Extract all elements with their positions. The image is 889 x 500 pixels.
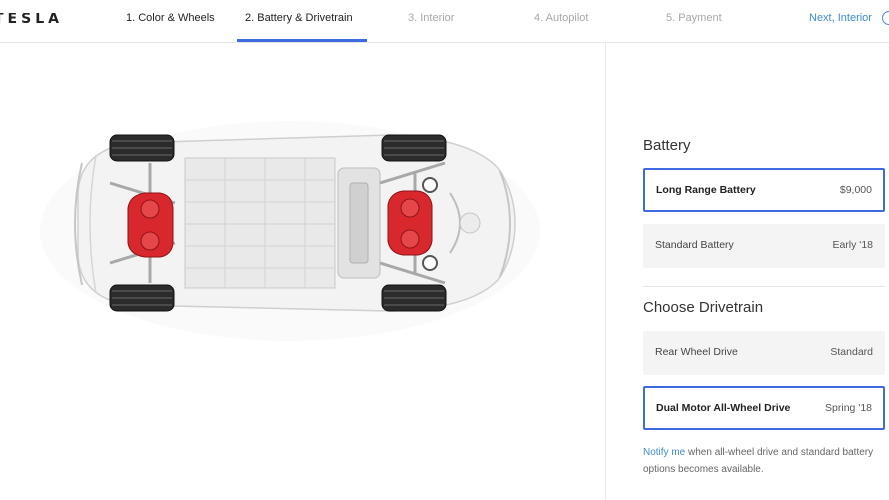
option-long-range-battery[interactable]: Long Range Battery $9,000 <box>643 168 885 212</box>
option-name: Long Range Battery <box>656 184 756 196</box>
availability-note: Notify me when all-wheel drive and stand… <box>643 444 883 478</box>
step-interior[interactable]: 3. Interior <box>408 12 454 24</box>
option-price: Spring '18 <box>825 402 872 414</box>
notify-me-link[interactable]: Notify me <box>643 447 685 458</box>
top-nav: TESLA 1. Color & Wheels 2. Battery & Dri… <box>0 0 889 43</box>
car-chassis-view <box>0 43 606 500</box>
car-chassis-image <box>40 121 540 341</box>
tesla-logo[interactable]: TESLA <box>0 13 72 27</box>
step-autopilot[interactable]: 4. Autopilot <box>534 12 588 24</box>
option-name: Standard Battery <box>655 239 734 251</box>
next-arrow-icon[interactable] <box>882 11 889 25</box>
step-battery-drivetrain[interactable]: 2. Battery & Drivetrain <box>245 12 353 24</box>
step-color-wheels[interactable]: 1. Color & Wheels <box>126 12 215 24</box>
option-price: Early '18 <box>832 239 873 251</box>
option-price: $9,000 <box>839 184 872 196</box>
option-standard-battery[interactable]: Standard Battery Early '18 <box>643 224 885 268</box>
option-name: Rear Wheel Drive <box>655 346 738 358</box>
logo-text: TESLA <box>0 13 63 27</box>
option-price: Standard <box>830 346 873 358</box>
configurator-options: Battery Long Range Battery $9,000 Standa… <box>606 43 889 500</box>
drivetrain-section-title: Choose Drivetrain <box>643 299 764 316</box>
option-rear-wheel-drive[interactable]: Rear Wheel Drive Standard <box>643 331 885 375</box>
battery-section-title: Battery <box>643 137 691 154</box>
option-dual-motor-awd[interactable]: Dual Motor All-Wheel Drive Spring '18 <box>643 386 885 430</box>
section-divider <box>643 286 885 287</box>
active-step-indicator <box>237 39 367 42</box>
step-payment[interactable]: 5. Payment <box>666 12 722 24</box>
option-name: Dual Motor All-Wheel Drive <box>656 402 791 414</box>
next-interior-link[interactable]: Next, Interior <box>809 12 872 24</box>
